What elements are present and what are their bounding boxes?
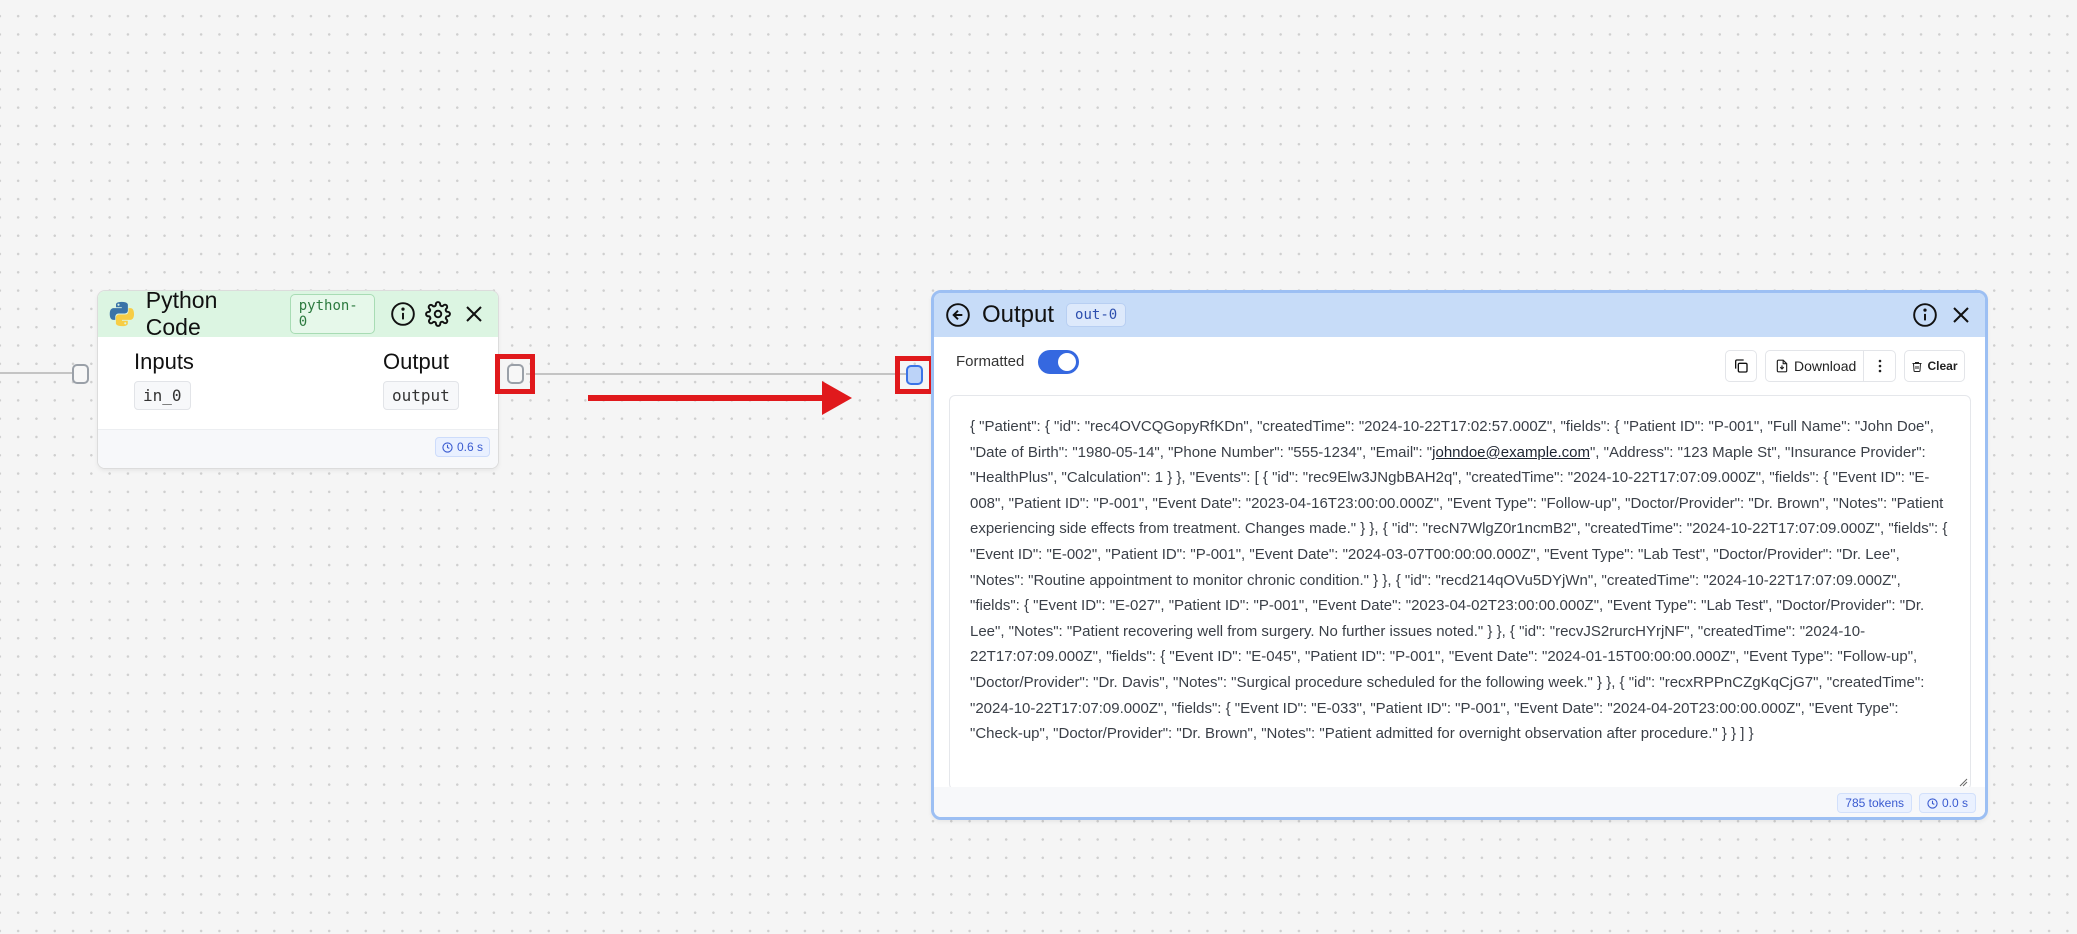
output-json-text-part2: ", "Address": "123 Maple St", "Insurance…: [970, 443, 1948, 743]
python-logo-icon: [109, 301, 135, 327]
more-options-button[interactable]: [1863, 350, 1896, 382]
output-node-id-tag: out-0: [1066, 303, 1127, 327]
output-node-footer: 785 tokens 0.0 s: [934, 787, 1985, 817]
exec-time-value: 0.0 s: [1941, 796, 1968, 810]
python-node-body: Inputs in_0 Output output: [98, 337, 498, 429]
clear-button[interactable]: Clear: [1904, 350, 1965, 382]
exec-time-badge: 0.0 s: [1918, 793, 1976, 813]
input-name-chip: in_0: [134, 381, 191, 410]
info-icon[interactable]: [389, 300, 417, 328]
output-label: Output: [383, 349, 450, 374]
back-arrow-icon[interactable]: [944, 301, 972, 329]
annotation-box-source-handle: [495, 354, 535, 394]
output-content-textarea[interactable]: { "Patient": { "id": "rec4OVCQGopyRfKDn"…: [949, 395, 1971, 790]
formatted-toggle[interactable]: [1038, 350, 1079, 374]
incoming-edge: [0, 372, 72, 374]
annotation-arrow-shaft: [588, 395, 824, 401]
exec-time-badge: 0.6 s: [434, 437, 490, 457]
email-link[interactable]: johndoe@example.com: [1432, 444, 1590, 461]
gear-icon[interactable]: [424, 300, 452, 328]
download-label: Download: [1794, 358, 1857, 374]
python-node-footer: 0.6 s: [98, 429, 498, 468]
more-vertical-icon: [1878, 359, 1881, 373]
copy-icon: [1735, 359, 1748, 373]
info-icon[interactable]: [1911, 301, 1939, 329]
file-download-icon: [1776, 359, 1788, 373]
output-node-header[interactable]: Output out-0: [934, 293, 1985, 337]
clock-icon: [442, 441, 453, 453]
exec-time-value: 0.6 s: [456, 440, 483, 454]
output-toolbar: Formatted Download Clear: [934, 337, 1985, 387]
trash-icon: [1912, 361, 1922, 372]
toggle-knob: [1058, 353, 1076, 371]
output-node[interactable]: Output out-0 Formatted Download Clear {…: [931, 290, 1988, 820]
close-icon[interactable]: [460, 300, 488, 328]
clear-label: Clear: [1927, 359, 1958, 373]
annotation-box-target-handle: [895, 356, 934, 394]
formatted-label: Formatted: [956, 353, 1025, 370]
clock-icon: [1927, 797, 1938, 809]
python-input-handle[interactable]: [72, 364, 89, 384]
close-icon[interactable]: [1947, 301, 1975, 329]
output-name-chip: output: [383, 381, 459, 410]
python-code-node[interactable]: Python Code python-0 Inputs in_0 Output …: [97, 290, 499, 469]
token-count-badge: 785 tokens: [1837, 793, 1912, 813]
resize-grip-icon[interactable]: [1958, 777, 1968, 787]
output-node-title: Output: [982, 301, 1055, 328]
python-node-header[interactable]: Python Code python-0: [98, 291, 498, 340]
connection-edge[interactable]: [526, 373, 916, 375]
download-button[interactable]: Download: [1765, 350, 1864, 382]
annotation-arrow-head: [822, 381, 852, 415]
python-node-title: Python Code: [145, 290, 218, 340]
python-node-id-tag: python-0: [289, 294, 375, 334]
copy-button[interactable]: [1725, 350, 1757, 382]
inputs-label: Inputs: [134, 349, 194, 374]
